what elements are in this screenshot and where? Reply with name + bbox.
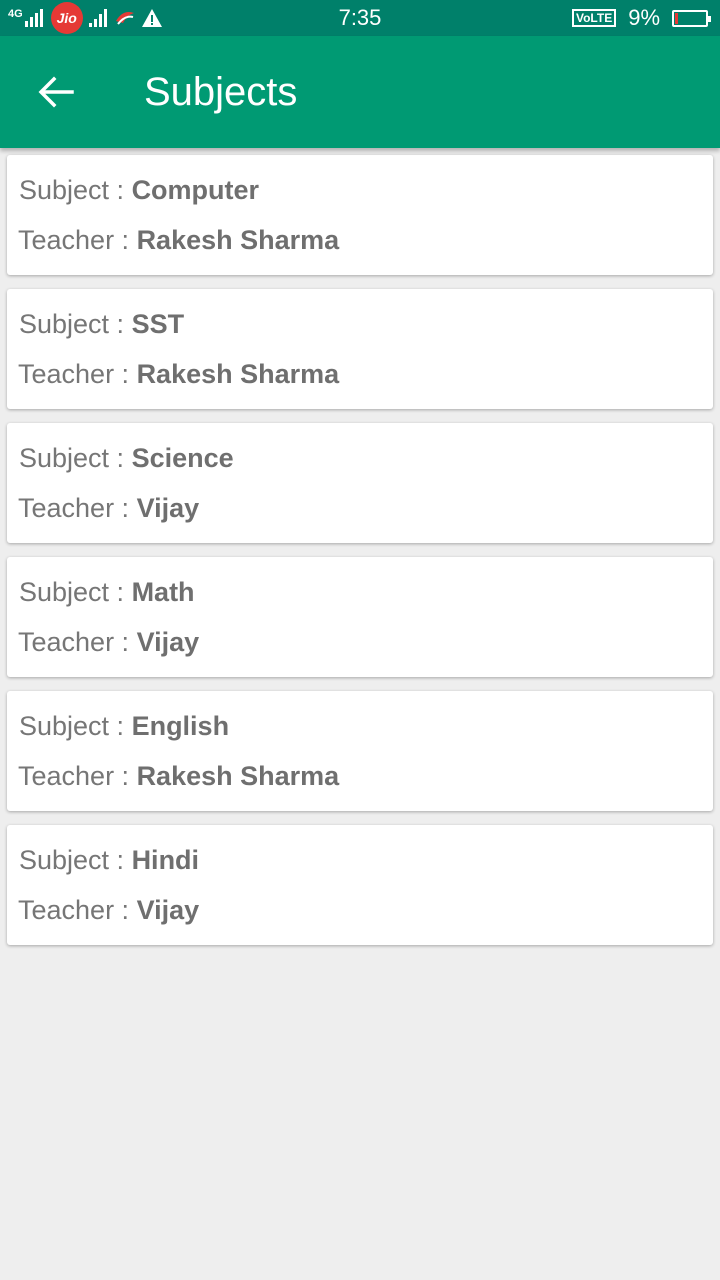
subject-label: Subject : <box>19 309 132 339</box>
subject-name: Computer <box>131 175 260 205</box>
subject-row: Subject : Science <box>19 443 234 474</box>
subject-label: Subject : <box>19 175 132 205</box>
status-icons-right: VoLTE 9% <box>571 0 711 36</box>
subject-label: Subject : <box>19 577 132 607</box>
page-title: Subjects <box>144 70 298 114</box>
teacher-label: Teacher : <box>18 493 137 523</box>
subject-list: Subject : Computer Teacher : Rakesh Shar… <box>7 155 713 959</box>
subject-name: English <box>131 711 230 741</box>
subject-name: SST <box>131 309 185 339</box>
teacher-label: Teacher : <box>18 225 137 255</box>
subject-label: Subject : <box>19 711 132 741</box>
teacher-label: Teacher : <box>18 895 137 925</box>
subject-card[interactable]: Subject : Hindi Teacher : Vijay <box>7 825 713 945</box>
subject-label: Subject : <box>19 443 132 473</box>
subject-row: Subject : SST <box>19 309 184 340</box>
teacher-row: Teacher : Vijay <box>18 493 199 524</box>
battery-fill <box>675 12 678 24</box>
teacher-name: Vijay <box>136 895 200 925</box>
teacher-row: Teacher : Rakesh Sharma <box>18 761 339 792</box>
subject-row: Subject : Hindi <box>19 845 199 876</box>
volte-badge: VoLTE <box>571 9 617 27</box>
teacher-name: Vijay <box>136 493 200 523</box>
subject-row: Subject : English <box>19 711 229 742</box>
status-bar: 4G Jio 7:35 VoLTE 9% <box>0 0 720 36</box>
subject-card[interactable]: Subject : SST Teacher : Rakesh Sharma <box>7 289 713 409</box>
teacher-row: Teacher : Vijay <box>18 895 199 926</box>
teacher-name: Vijay <box>136 627 200 657</box>
subject-row: Subject : Math <box>19 577 195 608</box>
subject-card[interactable]: Subject : English Teacher : Rakesh Sharm… <box>7 691 713 811</box>
teacher-label: Teacher : <box>18 627 137 657</box>
arrow-back-icon <box>38 76 74 108</box>
battery-icon <box>672 9 711 27</box>
teacher-name: Rakesh Sharma <box>136 225 340 255</box>
teacher-row: Teacher : Rakesh Sharma <box>18 225 339 256</box>
subject-card[interactable]: Subject : Science Teacher : Vijay <box>7 423 713 543</box>
subject-name: Math <box>131 577 195 607</box>
subject-name: Science <box>131 443 234 473</box>
teacher-name: Rakesh Sharma <box>136 359 340 389</box>
battery-percent: 9% <box>628 5 660 30</box>
subject-card[interactable]: Subject : Math Teacher : Vijay <box>7 557 713 677</box>
teacher-name: Rakesh Sharma <box>136 761 340 791</box>
teacher-row: Teacher : Vijay <box>18 627 199 658</box>
teacher-row: Teacher : Rakesh Sharma <box>18 359 339 390</box>
app-bar: Subjects <box>0 36 720 148</box>
subject-name: Hindi <box>131 845 200 875</box>
subject-label: Subject : <box>19 845 132 875</box>
teacher-label: Teacher : <box>18 761 137 791</box>
teacher-label: Teacher : <box>18 359 137 389</box>
subject-card[interactable]: Subject : Computer Teacher : Rakesh Shar… <box>7 155 713 275</box>
back-button[interactable] <box>24 60 88 124</box>
subject-row: Subject : Computer <box>19 175 259 206</box>
